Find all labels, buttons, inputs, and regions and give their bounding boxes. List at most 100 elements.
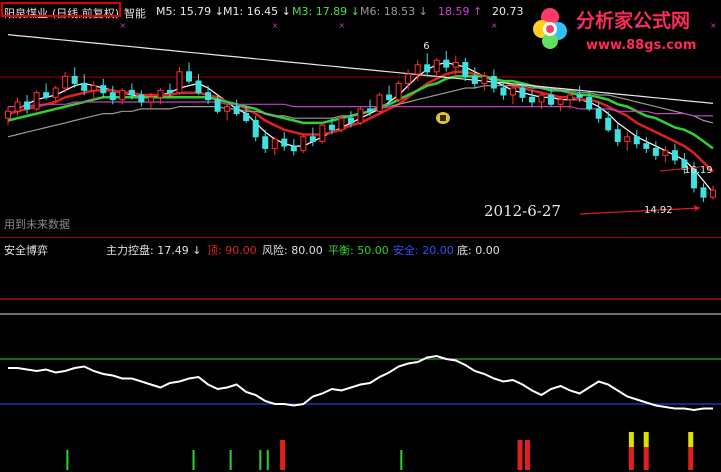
legend-control: 主力控盘: 17.49 ↓ [106, 244, 202, 257]
candle-body [128, 89, 135, 96]
candle-body [376, 94, 383, 112]
candle-body [328, 124, 335, 131]
candle-body [452, 62, 459, 68]
candle-body [71, 75, 78, 84]
candle-body [548, 94, 555, 105]
signal-bar [259, 450, 262, 470]
candle-body [624, 136, 631, 142]
cross-marker: × [577, 21, 584, 30]
signal-bars [66, 432, 694, 470]
legend-bottom: 底: 0.00 [457, 244, 500, 257]
signal-bar [524, 440, 530, 470]
candle-body [662, 150, 669, 156]
legend-top: 顶: 90.00 [207, 244, 257, 257]
indicator-chart[interactable] [0, 258, 721, 472]
right-price-label: 16.19 [684, 165, 713, 176]
candle-body [14, 101, 21, 112]
candle-body [386, 94, 393, 101]
ma-readout-6: 20.73 [492, 5, 524, 18]
candle-body [300, 136, 307, 152]
signal-bar [66, 450, 69, 470]
future-data-note: 用到未来数据 [4, 218, 70, 231]
indicator-header: 安全博弈 主力控盘: 17.49 ↓ 顶: 90.00 风险: 80.00 平衡… [0, 240, 721, 258]
legend-balance: 平衡: 50.00 [328, 244, 389, 257]
candle-body [586, 96, 593, 110]
cross-marker: × [491, 21, 498, 30]
panel-separator [0, 237, 721, 238]
cross-marker: × [272, 21, 279, 30]
ma-cross-markers: × × × × × × × [119, 21, 716, 30]
candle-body [614, 129, 621, 142]
signal-bar [280, 440, 286, 470]
signal-bar [192, 450, 195, 470]
candle-body [157, 89, 164, 98]
candle-body [500, 87, 507, 96]
price-chart[interactable]: × × × × × × × 6 [0, 20, 721, 237]
candle-body [347, 117, 354, 124]
candle-body [424, 64, 431, 73]
candle-body [5, 110, 11, 119]
candle-body [710, 189, 716, 198]
candle-body [166, 89, 173, 94]
candle-body [252, 120, 259, 138]
candle-body [195, 80, 202, 94]
candle-body [281, 138, 288, 147]
signal-bar [628, 432, 634, 448]
legend-risk: 风险: 80.00 [262, 244, 323, 257]
indicator-title[interactable]: 安全博弈 [4, 242, 48, 258]
coin-icon [436, 112, 450, 124]
signal-bar [688, 432, 694, 448]
low-arrow-line [579, 207, 701, 215]
candle-body [233, 106, 240, 115]
candle-body [576, 94, 583, 98]
signal-bar [688, 447, 694, 470]
candle-body [43, 92, 50, 98]
candle-body [338, 117, 345, 131]
candle-body [443, 59, 450, 68]
candle-body [24, 101, 31, 110]
candle-body [81, 82, 88, 91]
signal-bar [628, 447, 634, 470]
candle-body [52, 87, 59, 98]
stock-highlight-box [1, 2, 121, 17]
candle-body [595, 108, 602, 119]
candle-body [243, 113, 250, 122]
low-arrow-head [694, 205, 700, 211]
candle-body [700, 187, 707, 198]
candle-body [605, 117, 612, 131]
candle-body [62, 75, 69, 89]
candle-body [90, 85, 97, 91]
ma-readout-m5: M5: 15.79 ↓ [156, 5, 224, 18]
candle-body [538, 94, 545, 103]
cross-marker: × [634, 21, 641, 30]
cross-marker: × [338, 21, 345, 30]
candle-body [405, 73, 412, 84]
candle-body [509, 87, 516, 96]
candle-body [633, 136, 640, 145]
ma-readout-m6: M6: 18.53 ↓ [360, 5, 428, 18]
candle-body [290, 145, 297, 152]
signal-bar [517, 440, 523, 470]
candle-body [205, 92, 212, 101]
candle-body [138, 94, 145, 103]
cross-marker: × [119, 21, 126, 30]
mode-suffix: 智能 [124, 7, 146, 20]
candle-body [471, 75, 478, 84]
signal-bar [643, 432, 649, 448]
candle-body [567, 94, 574, 101]
candle-body [109, 92, 116, 101]
ma-readout-m3: M3: 17.89 ↓ [292, 5, 360, 18]
candle-body [271, 138, 278, 149]
candle-body [433, 59, 440, 73]
candle-body [643, 143, 650, 149]
candle-body [652, 147, 659, 156]
legend-safe: 安全: 20.00 [393, 244, 454, 257]
signal-bar [643, 447, 649, 470]
candle-body [119, 89, 126, 101]
candle-body [671, 150, 678, 161]
candle-body [147, 96, 154, 103]
cross-marker: × [710, 21, 717, 30]
candle-body [414, 64, 421, 75]
peak-label: 6 [423, 41, 429, 52]
signal-bar [266, 450, 269, 470]
